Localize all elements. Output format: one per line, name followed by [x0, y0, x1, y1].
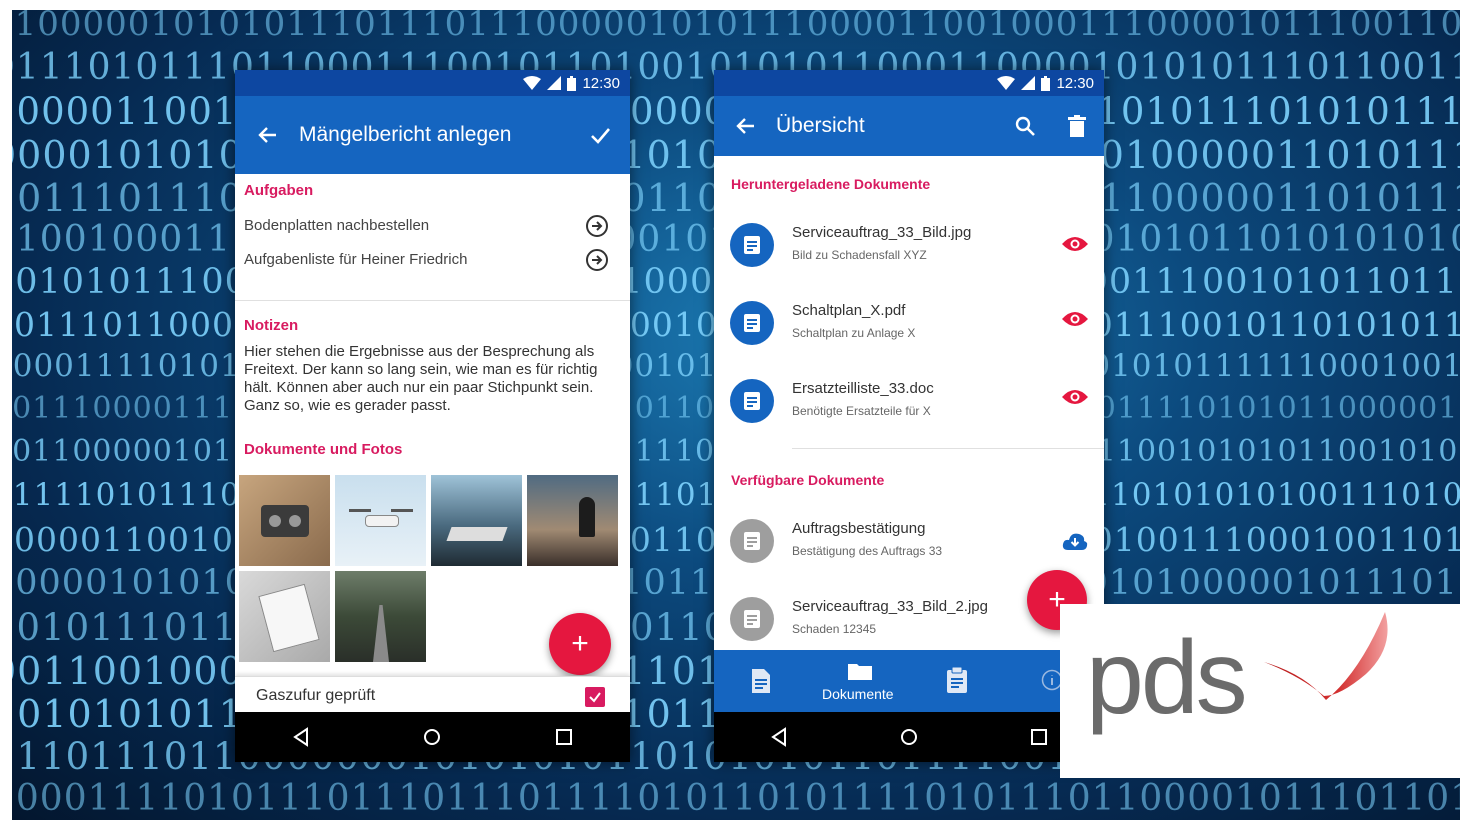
document-icon[interactable] — [751, 668, 771, 694]
status-bar: 12:30 — [714, 70, 1104, 96]
battery-icon — [1041, 75, 1051, 91]
document-icon — [730, 379, 774, 423]
photo-cassette-recorder[interactable] — [239, 475, 330, 566]
cloud-download-icon[interactable] — [1060, 526, 1090, 556]
eye-icon[interactable] — [1060, 382, 1090, 412]
document-subtitle: Schaden 12345 — [792, 622, 877, 636]
task-item[interactable]: Aufgabenliste für Heiner Friedrich — [244, 251, 467, 268]
document-subtitle: Benötigte Ersatzteile für X — [792, 404, 931, 418]
document-title: Ersatzteilliste_33.doc — [792, 380, 934, 397]
wifi-icon — [523, 76, 542, 90]
photo-person-city[interactable] — [527, 475, 618, 566]
app-bar: Übersicht — [714, 96, 1104, 156]
photo-newspaper[interactable] — [239, 571, 330, 662]
nav-recents-icon[interactable] — [554, 727, 574, 747]
document-title: Schaltplan_X.pdf — [792, 302, 906, 319]
arrow-left-icon[interactable] — [235, 124, 299, 146]
page-title: Übersicht — [776, 114, 865, 137]
document-icon — [730, 301, 774, 345]
list-item[interactable]: Serviceauftrag_33_Bild.jpg Bild zu Schad… — [714, 206, 1104, 284]
nav-home-icon[interactable] — [422, 727, 442, 747]
divider — [792, 448, 1104, 449]
system-nav-bar — [714, 712, 1104, 762]
downloaded-heading: Heruntergeladene Dokumente — [731, 176, 931, 192]
document-title: Serviceauftrag_33_Bild_2.jpg — [792, 598, 988, 615]
arrow-circle-right-icon[interactable] — [585, 248, 609, 272]
status-time: 12:30 — [1056, 74, 1094, 92]
document-icon — [730, 223, 774, 267]
status-bar: 12:30 — [235, 70, 630, 96]
document-subtitle: Bestätigung des Auftrags 33 — [792, 544, 943, 558]
system-nav-bar — [235, 712, 630, 762]
nav-back-icon[interactable] — [291, 727, 311, 747]
list-item[interactable]: Ersatzteilliste_33.doc Benötigte Ersatzt… — [714, 362, 1104, 440]
search-icon[interactable] — [1000, 115, 1050, 137]
available-heading: Verfügbare Dokumente — [731, 472, 885, 488]
document-title: Serviceauftrag_33_Bild.jpg — [792, 224, 972, 241]
binary-row: 1000111101011101110111011110101101011110… — [12, 778, 1460, 819]
gas-check-checkbox[interactable] — [585, 687, 605, 707]
trash-icon[interactable] — [1050, 115, 1104, 137]
status-time: 12:30 — [582, 74, 620, 92]
checkbox-label: Gaszufur geprüft — [256, 687, 376, 704]
notes-heading: Notizen — [244, 317, 299, 334]
document-icon — [730, 597, 774, 641]
nav-label-documents[interactable]: Dokumente — [822, 686, 894, 702]
photo-desk-window[interactable] — [431, 475, 522, 566]
eye-icon[interactable] — [1060, 229, 1090, 259]
documents-heading: Dokumente und Fotos — [244, 441, 403, 458]
nav-recents-icon[interactable] — [1029, 727, 1049, 747]
arrow-circle-right-icon[interactable] — [585, 214, 609, 238]
list-item[interactable]: Schaltplan_X.pdf Schaltplan zu Anlage X — [714, 284, 1104, 362]
clipboard-icon[interactable] — [946, 666, 968, 694]
notes-text[interactable]: Hier stehen die Ergebnisse aus der Bespr… — [244, 343, 622, 415]
page-title: Mängelbericht anlegen — [299, 123, 512, 146]
add-fab[interactable]: + — [549, 613, 611, 675]
list-item[interactable]: Auftragsbestätigung Bestätigung des Auft… — [714, 502, 1104, 580]
logo-wordmark: pds — [1086, 620, 1248, 736]
check-icon — [589, 692, 601, 703]
nav-back-icon[interactable] — [769, 727, 789, 747]
document-title: Auftragsbestätigung — [792, 520, 926, 537]
eye-icon[interactable] — [1060, 304, 1090, 334]
folder-icon[interactable] — [848, 662, 872, 680]
photo-drone[interactable] — [335, 475, 426, 566]
task-item[interactable]: Bodenplatten nachbestellen — [244, 217, 429, 234]
binary-row: 1100000101010111011101110000010101110000… — [12, 10, 1460, 44]
signal-icon — [547, 76, 562, 90]
arrow-left-icon[interactable] — [714, 115, 776, 137]
bottom-navigation: Dokumente — [714, 650, 1104, 712]
app-bar: Mängelbericht anlegen — [235, 96, 630, 174]
check-icon[interactable] — [570, 124, 630, 146]
nav-home-icon[interactable] — [899, 727, 919, 747]
phone-maengelbericht: 12:30 Mängelbericht anlegen Aufgaben Bod… — [235, 70, 630, 762]
document-subtitle: Bild zu Schadensfall XYZ — [792, 248, 927, 262]
battery-icon — [567, 75, 577, 91]
document-icon — [730, 519, 774, 563]
photo-road[interactable] — [335, 571, 426, 662]
signal-icon — [1021, 76, 1036, 90]
divider — [235, 300, 630, 301]
logo-swoosh-icon — [1264, 612, 1388, 700]
pds-logo: pds — [1060, 604, 1460, 778]
wifi-icon — [997, 76, 1016, 90]
document-subtitle: Schaltplan zu Anlage X — [792, 326, 916, 340]
phone-uebersicht: 12:30 Übersicht Heruntergeladene Dokumen… — [714, 70, 1104, 762]
tasks-heading: Aufgaben — [244, 182, 314, 199]
